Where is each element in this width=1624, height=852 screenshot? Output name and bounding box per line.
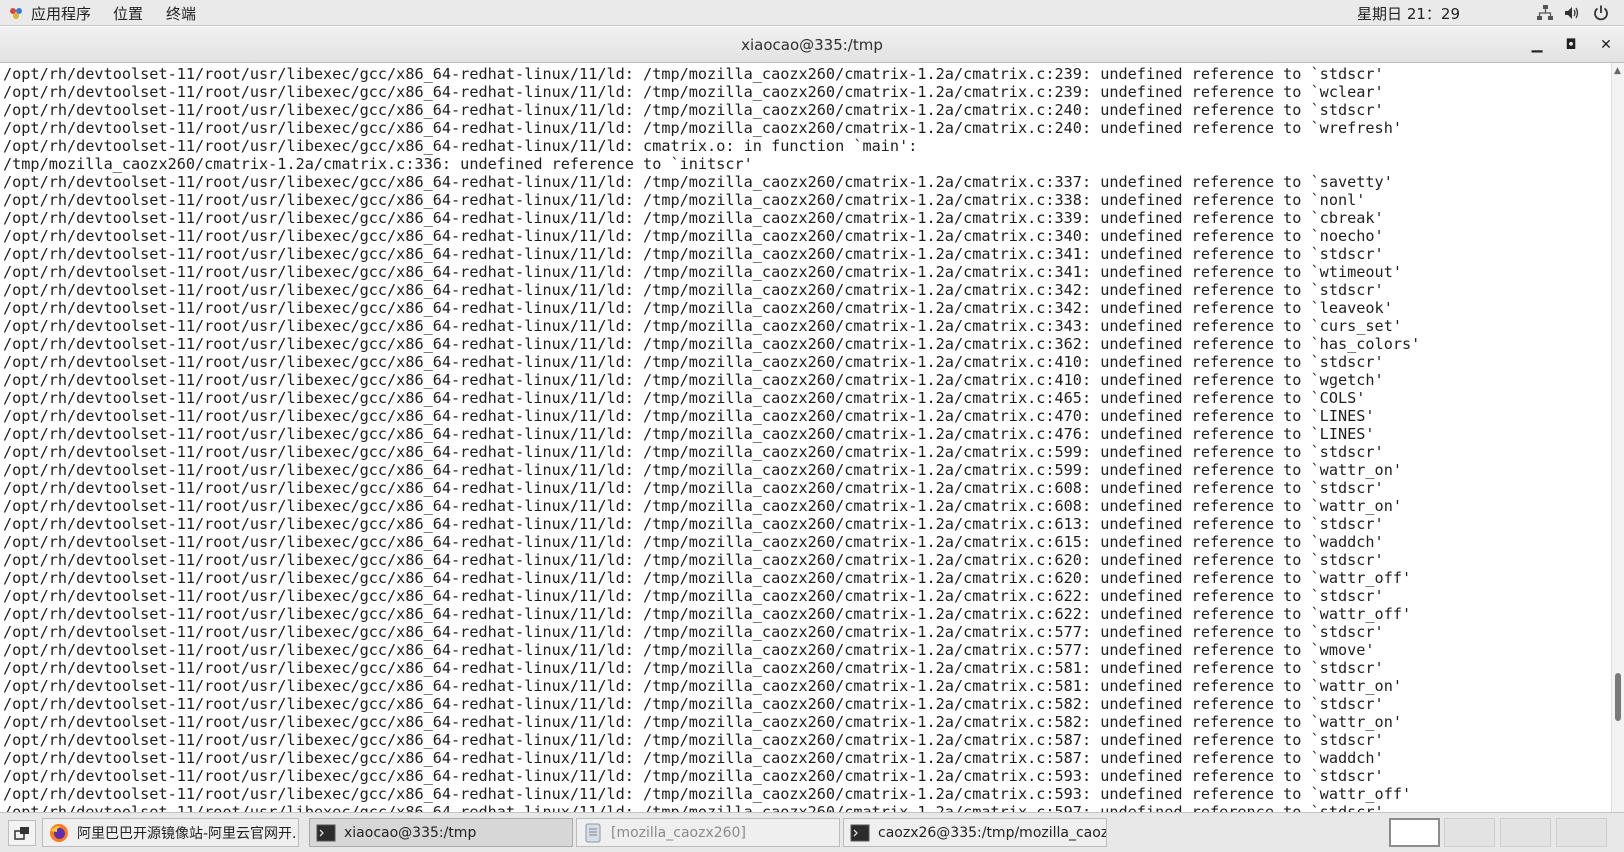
clock[interactable]: 星期日 21：29 <box>1357 3 1460 24</box>
terminal-line: /opt/rh/devtoolset-11/root/usr/libexec/g… <box>3 497 1402 515</box>
terminal-icon <box>316 824 336 841</box>
terminal-line: /opt/rh/devtoolset-11/root/usr/libexec/g… <box>3 335 1421 353</box>
terminal-line: /opt/rh/devtoolset-11/root/usr/libexec/g… <box>3 137 918 155</box>
power-icon[interactable] <box>1592 4 1610 22</box>
terminal-output[interactable]: /opt/rh/devtoolset-11/root/usr/libexec/g… <box>0 63 1611 812</box>
terminal-line: /opt/rh/devtoolset-11/root/usr/libexec/g… <box>3 191 1366 209</box>
task-label: xiaocao@335:/tmp <box>344 824 477 841</box>
terminal-line: /opt/rh/devtoolset-11/root/usr/libexec/g… <box>3 371 1384 389</box>
terminal-line: /opt/rh/devtoolset-11/root/usr/libexec/g… <box>3 173 1393 191</box>
window-title: xiaocao@335:/tmp <box>741 36 883 54</box>
file-manager-icon <box>585 823 601 842</box>
window-titlebar[interactable]: xiaocao@335:/tmp ▁ ◘ ✕ <box>0 27 1624 63</box>
minimize-button[interactable]: ▁ <box>1525 33 1549 57</box>
show-desktop-icon <box>14 827 29 840</box>
terminal-line: /opt/rh/devtoolset-11/root/usr/libexec/g… <box>3 281 1384 299</box>
terminal-line: /opt/rh/devtoolset-11/root/usr/libexec/g… <box>3 263 1402 281</box>
terminal-line: /opt/rh/devtoolset-11/root/usr/libexec/g… <box>3 767 1384 785</box>
scroll-up-arrow-icon[interactable]: ▲ <box>1614 66 1621 76</box>
terminal-line: /opt/rh/devtoolset-11/root/usr/libexec/g… <box>3 317 1402 335</box>
apps-menu-icon[interactable] <box>8 5 24 21</box>
terminal-line: /opt/rh/devtoolset-11/root/usr/libexec/g… <box>3 209 1384 227</box>
terminal-line: /opt/rh/devtoolset-11/root/usr/libexec/g… <box>3 641 1375 659</box>
top-panel: 应用程序 位置 终端 星期日 21：29 <box>0 0 1624 26</box>
terminal-line: /opt/rh/devtoolset-11/root/usr/libexec/g… <box>3 299 1393 317</box>
terminal-line: /opt/rh/devtoolset-11/root/usr/libexec/g… <box>3 407 1375 425</box>
terminal-line: /opt/rh/devtoolset-11/root/usr/libexec/g… <box>3 101 1384 119</box>
terminal-line: /opt/rh/devtoolset-11/root/usr/libexec/g… <box>3 461 1402 479</box>
task-button-terminal-tmp[interactable]: xiaocao@335:/tmp <box>309 818 573 847</box>
applications-menu[interactable]: 应用程序 <box>31 3 91 24</box>
task-button-file-manager[interactable]: [mozilla_caozx260] <box>576 818 840 847</box>
terminal-line: /opt/rh/devtoolset-11/root/usr/libexec/g… <box>3 605 1412 623</box>
terminal-line: /opt/rh/devtoolset-11/root/usr/libexec/g… <box>3 713 1402 731</box>
terminal-line: /opt/rh/devtoolset-11/root/usr/libexec/g… <box>3 443 1384 461</box>
workspace-2[interactable] <box>1444 818 1495 847</box>
terminal-line: /opt/rh/devtoolset-11/root/usr/libexec/g… <box>3 83 1384 101</box>
task-label: 阿里巴巴开源镜像站-阿里云官网开... <box>77 825 299 842</box>
task-button-terminal-mozilla[interactable]: caozx26@335:/tmp/mozilla_caozx··· <box>843 818 1107 847</box>
workspace-4[interactable] <box>1556 818 1607 847</box>
workspace-3[interactable] <box>1500 818 1551 847</box>
task-label: [mozilla_caozx260] <box>611 824 746 841</box>
terminal-line: /opt/rh/devtoolset-11/root/usr/libexec/g… <box>3 677 1402 695</box>
terminal-line: /opt/rh/devtoolset-11/root/usr/libexec/g… <box>3 731 1384 749</box>
taskbar: 阿里巴巴开源镜像站-阿里云官网开... xiaocao@335:/tmp [mo… <box>0 812 1624 852</box>
terminal-line: /opt/rh/devtoolset-11/root/usr/libexec/g… <box>3 65 1384 83</box>
terminal-line: /opt/rh/devtoolset-11/root/usr/libexec/g… <box>3 551 1384 569</box>
terminal-line: /opt/rh/devtoolset-11/root/usr/libexec/g… <box>3 389 1366 407</box>
network-icon[interactable] <box>1536 4 1554 22</box>
terminal-line: /opt/rh/devtoolset-11/root/usr/libexec/g… <box>3 659 1384 677</box>
terminal-scrollbar[interactable]: ▲ <box>1611 63 1624 812</box>
terminal-lines: /opt/rh/devtoolset-11/root/usr/libexec/g… <box>0 63 1611 812</box>
task-button-browser[interactable]: 阿里巴巴开源镜像站-阿里云官网开... <box>42 818 299 847</box>
terminal-line: /opt/rh/devtoolset-11/root/usr/libexec/g… <box>3 245 1384 263</box>
terminal-line: /opt/rh/devtoolset-11/root/usr/libexec/g… <box>3 479 1384 497</box>
terminal-line: /opt/rh/devtoolset-11/root/usr/libexec/g… <box>3 695 1384 713</box>
show-desktop-button[interactable] <box>8 820 36 846</box>
terminal-line: /opt/rh/devtoolset-11/root/usr/libexec/g… <box>3 569 1412 587</box>
terminal-icon <box>850 824 870 841</box>
terminal-line: /opt/rh/devtoolset-11/root/usr/libexec/g… <box>3 803 1384 812</box>
maximize-button[interactable]: ◘ <box>1559 33 1583 57</box>
terminal-line: /opt/rh/devtoolset-11/root/usr/libexec/g… <box>3 353 1384 371</box>
terminal-line: /opt/rh/devtoolset-11/root/usr/libexec/g… <box>3 533 1384 551</box>
terminal-line: /opt/rh/devtoolset-11/root/usr/libexec/g… <box>3 587 1384 605</box>
terminal-line: /opt/rh/devtoolset-11/root/usr/libexec/g… <box>3 425 1375 443</box>
scrollbar-thumb[interactable] <box>1615 673 1621 721</box>
terminal-line: /opt/rh/devtoolset-11/root/usr/libexec/g… <box>3 785 1412 803</box>
terminal-line: /tmp/mozilla_caozx260/cmatrix-1.2a/cmatr… <box>3 155 753 173</box>
terminal-line: /opt/rh/devtoolset-11/root/usr/libexec/g… <box>3 515 1384 533</box>
places-menu[interactable]: 位置 <box>113 3 143 24</box>
task-label: caozx26@335:/tmp/mozilla_caozx··· <box>878 824 1107 841</box>
terminal-line: /opt/rh/devtoolset-11/root/usr/libexec/g… <box>3 749 1384 767</box>
firefox-icon <box>50 823 68 842</box>
workspace-1[interactable] <box>1389 818 1440 847</box>
terminal-line: /opt/rh/devtoolset-11/root/usr/libexec/g… <box>3 623 1384 641</box>
terminal-line: /opt/rh/devtoolset-11/root/usr/libexec/g… <box>3 119 1402 137</box>
terminal-menu[interactable]: 终端 <box>166 3 196 24</box>
volume-icon[interactable] <box>1563 4 1581 22</box>
terminal-line: /opt/rh/devtoolset-11/root/usr/libexec/g… <box>3 227 1384 245</box>
close-button[interactable]: ✕ <box>1594 33 1618 57</box>
